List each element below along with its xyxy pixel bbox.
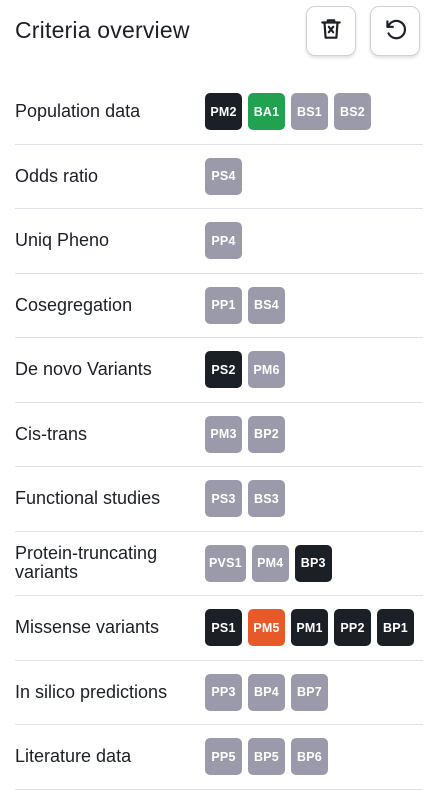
criteria-badges: PS4 [205,145,242,209]
criteria-label: Missense variants [15,617,160,638]
criteria-list: Population data PM2 BA1 BS1 BS2 Odds ratio PS4… [15,80,423,790]
criterion-badge-ps2[interactable]: PS2 [205,351,242,389]
criterion-badge-ba1[interactable]: BA1 [248,93,285,131]
page-title: Criteria overview [15,17,190,43]
criterion-badge-pm4[interactable]: PM4 [251,544,289,582]
reset-button[interactable] [370,6,420,56]
criteria-row: Uniq Pheno PP4 [15,209,423,274]
criterion-badge-bp2[interactable]: BP2 [248,415,285,453]
criteria-row: Literature data PP5 BP5 BP6 [15,725,423,790]
criterion-badge-pp1[interactable]: PP1 [205,286,242,324]
criteria-badges: PVS1 PM4 BP3 [205,532,332,596]
criteria-label: In silico predictions [15,681,168,702]
undo-arrow-icon [382,16,408,47]
criterion-badge-bs4[interactable]: BS4 [248,286,285,324]
criterion-badge-pp4[interactable]: PP4 [205,222,242,260]
criteria-badges: PP4 [205,209,242,273]
criteria-badges: PM2 BA1 BS1 BS2 [205,80,371,144]
criteria-row: Protein-truncating variants PVS1 PM4 BP3 [15,532,423,596]
criterion-badge-bs1[interactable]: BS1 [291,93,328,131]
criterion-badge-pp3[interactable]: PP3 [205,673,242,711]
criterion-badge-pp2[interactable]: PP2 [334,609,371,647]
criteria-label: Cis-trans [15,423,88,444]
criterion-badge-ps4[interactable]: PS4 [205,157,242,195]
criterion-badge-ps1[interactable]: PS1 [205,609,242,647]
delete-button[interactable] [306,6,356,56]
criteria-badges: PS2 PM6 [205,338,285,402]
criterion-badge-bp6[interactable]: BP6 [291,738,328,776]
criterion-badge-bs3[interactable]: BS3 [248,480,285,518]
criterion-badge-pm3[interactable]: PM3 [205,415,242,453]
criteria-badges: PS3 BS3 [205,467,285,531]
criteria-label: Functional studies [15,488,161,509]
criterion-badge-pm6[interactable]: PM6 [248,351,285,389]
criterion-badge-pvs1[interactable]: PVS1 [205,544,246,582]
criteria-label: Population data [15,101,141,122]
criteria-row: Cosegregation PP1 BS4 [15,274,423,338]
criterion-badge-bs2[interactable]: BS2 [334,93,371,131]
criteria-row: Cis-trans PM3 BP2 [15,403,423,467]
criteria-badges: PP3 BP4 BP7 [205,661,328,725]
criteria-badges: PP5 BP5 BP6 [205,725,328,789]
header: Criteria overview [0,0,431,70]
criterion-badge-bp3[interactable]: BP3 [294,544,332,582]
criteria-row: Odds ratio PS4 [15,145,423,209]
criteria-label: Literature data [15,746,132,767]
criteria-badges: PS1 PM5 PM1 PP2 BP1 [205,596,414,660]
criterion-badge-bp5[interactable]: BP5 [248,738,285,776]
criteria-row: Missense variants PS1 PM5 PM1 PP2 BP1 [15,596,423,661]
criterion-badge-pp5[interactable]: PP5 [205,738,242,776]
criteria-row: De novo Variants PS2 PM6 [15,338,423,403]
criteria-label: Protein-truncating variants [15,543,158,583]
criteria-label: Cosegregation [15,294,133,315]
criterion-badge-pm1[interactable]: PM1 [291,609,328,647]
criterion-badge-bp1[interactable]: BP1 [377,609,414,647]
criteria-row: In silico predictions PP3 BP4 BP7 [15,661,423,725]
criterion-badge-pm2[interactable]: PM2 [205,93,242,131]
criterion-badge-pm5[interactable]: PM5 [248,609,285,647]
trash-x-icon [318,16,344,47]
criteria-label: De novo Variants [15,359,152,380]
criterion-badge-bp4[interactable]: BP4 [248,673,285,711]
criteria-badges: PP1 BS4 [205,274,285,338]
criterion-badge-bp7[interactable]: BP7 [291,673,328,711]
criteria-badges: PM3 BP2 [205,403,285,467]
criterion-badge-ps3[interactable]: PS3 [205,480,242,518]
criteria-label: Uniq Pheno [15,230,110,251]
criteria-row: Population data PM2 BA1 BS1 BS2 [15,80,423,145]
criteria-label: Odds ratio [15,165,99,186]
criteria-row: Functional studies PS3 BS3 [15,467,423,532]
